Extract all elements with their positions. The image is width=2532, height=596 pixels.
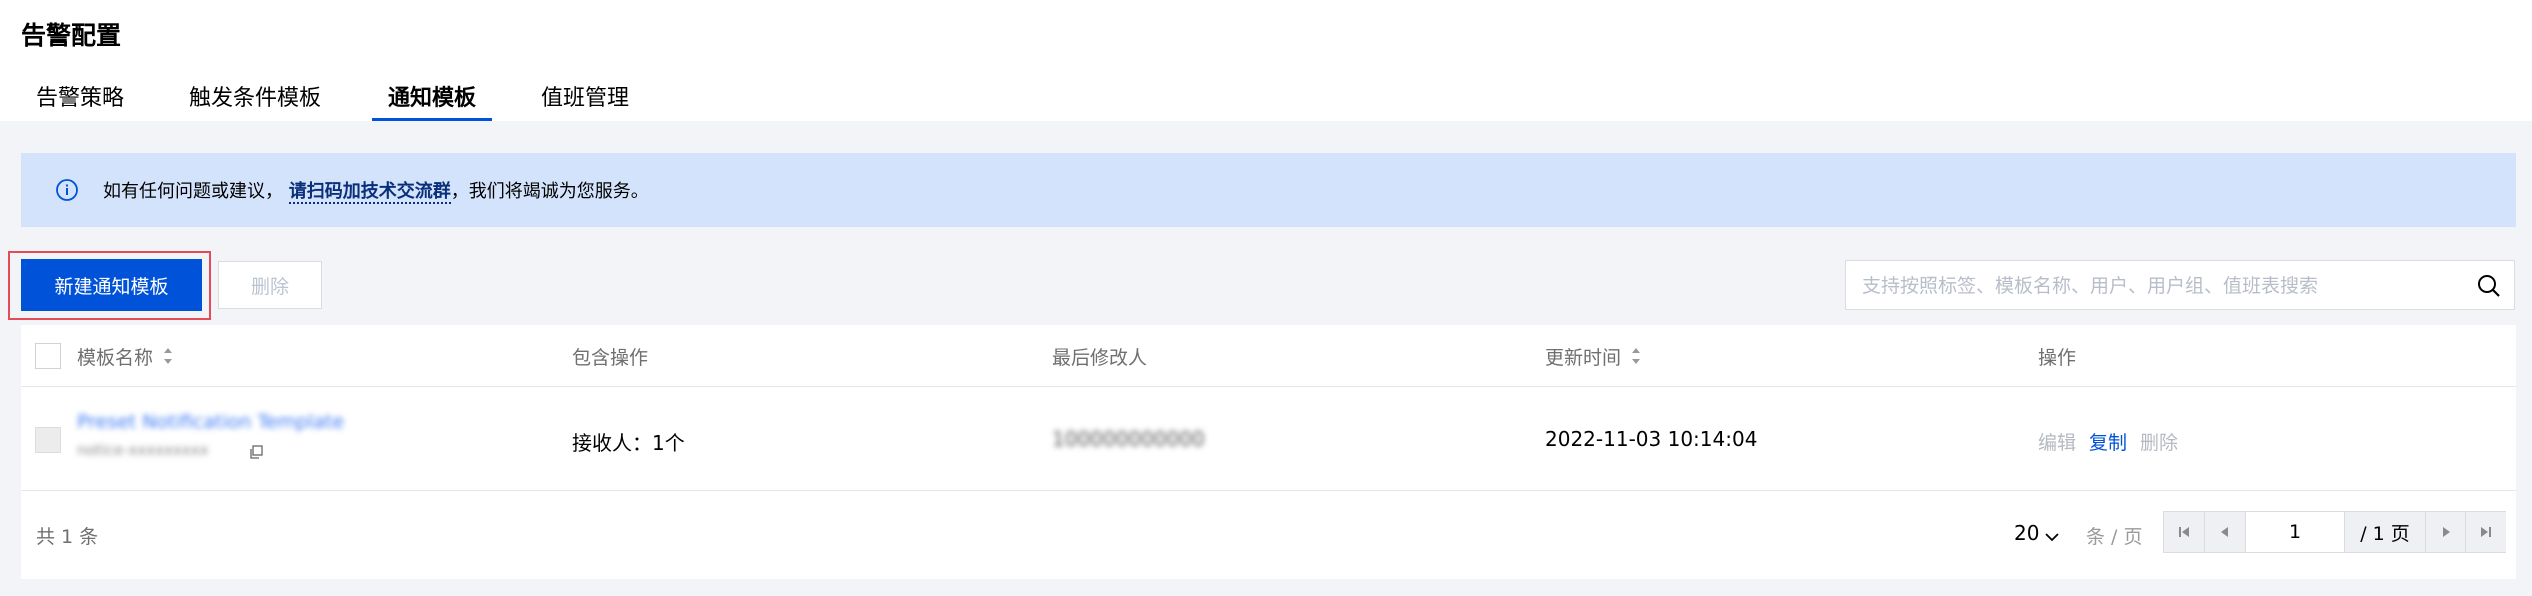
column-label: 更新时间 [1545, 347, 1622, 369]
next-page-button[interactable] [2425, 512, 2466, 552]
chevron-down-icon [2045, 523, 2060, 547]
delete-button[interactable]: 删除 [218, 261, 322, 309]
column-actions: 操作 [2038, 347, 2077, 369]
template-table: 模板名称 包含操作 最后修改人 更新时间 操作 Preset Notificat… [21, 325, 2516, 579]
pager: / 1 页 [2163, 511, 2506, 553]
per-page-label: 条 / 页 [2086, 526, 2143, 548]
tab-notification-template[interactable]: 通知模板 [372, 80, 493, 121]
tab-duty-management[interactable]: 值班管理 [541, 80, 629, 121]
next-page-icon [2443, 527, 2450, 537]
page-number-input[interactable] [2245, 512, 2345, 552]
includes-value: 接收人：1个 [572, 431, 685, 455]
banner-suffix: ，我们将竭诚为您服务。 [450, 181, 649, 202]
column-label: 模板名称 [77, 347, 154, 369]
template-id: notice-xxxxxxxxx [77, 441, 209, 459]
prev-page-button[interactable] [2204, 512, 2245, 552]
first-page-icon [2179, 527, 2189, 537]
table-header: 模板名称 包含操作 最后修改人 更新时间 操作 [21, 325, 2516, 387]
tech-group-link[interactable]: 请扫码加技术交流群 [288, 181, 451, 204]
column-template-name[interactable]: 模板名称 [77, 343, 173, 370]
sort-icon[interactable] [1631, 347, 1641, 370]
new-notification-template-button[interactable]: 新建通知模板 [21, 259, 202, 311]
delete-action[interactable]: 删除 [2140, 428, 2178, 455]
first-page-button[interactable] [2164, 512, 2204, 552]
total-count: 共 1 条 [36, 526, 99, 548]
template-name-link[interactable]: Preset Notification Template [77, 411, 344, 433]
edit-action[interactable]: 编辑 [2038, 428, 2076, 455]
page-size-value: 20 [2014, 521, 2040, 545]
tab-bar: 告警策略 触发条件模板 通知模板 值班管理 [0, 72, 2532, 121]
copy-action[interactable]: 复制 [2089, 428, 2127, 455]
page-title: 告警配置 [21, 21, 122, 50]
header: 告警配置 告警策略 触发条件模板 通知模板 值班管理 [0, 0, 2532, 121]
row-checkbox [35, 427, 61, 453]
search-input[interactable] [1860, 271, 2464, 301]
column-updated-time[interactable]: 更新时间 [1545, 343, 1641, 370]
last-page-button[interactable] [2465, 512, 2506, 552]
table-row: Preset Notification Template notice-xxxx… [21, 387, 2516, 491]
info-icon [55, 178, 79, 206]
last-page-icon [2481, 527, 2491, 537]
total-pages: / 1 页 [2345, 512, 2425, 552]
search-icon[interactable] [2476, 273, 2502, 303]
tab-alarm-policy[interactable]: 告警策略 [36, 80, 124, 121]
column-includes: 包含操作 [572, 347, 649, 369]
modifier-value: 100000000000 [1052, 427, 1205, 451]
prev-page-icon [2221, 527, 2228, 537]
search-box[interactable] [1845, 260, 2515, 310]
updated-time-value: 2022-11-03 10:14:04 [1545, 427, 1758, 451]
column-last-modifier: 最后修改人 [1052, 347, 1148, 369]
tab-trigger-template[interactable]: 触发条件模板 [189, 80, 321, 121]
banner-prefix: 如有任何问题或建议， [103, 181, 283, 202]
select-all-checkbox[interactable] [35, 343, 61, 369]
pagination-bar: 共 1 条 20 条 / 页 / 1 页 [21, 491, 2516, 579]
sort-icon[interactable] [163, 347, 173, 370]
info-banner: 如有任何问题或建议， 请扫码加技术交流群，我们将竭诚为您服务。 [21, 153, 2516, 227]
copy-icon[interactable] [249, 444, 263, 463]
page-size-select[interactable]: 20 [2014, 521, 2060, 547]
banner-text: 如有任何问题或建议， 请扫码加技术交流群，我们将竭诚为您服务。 [103, 177, 649, 204]
